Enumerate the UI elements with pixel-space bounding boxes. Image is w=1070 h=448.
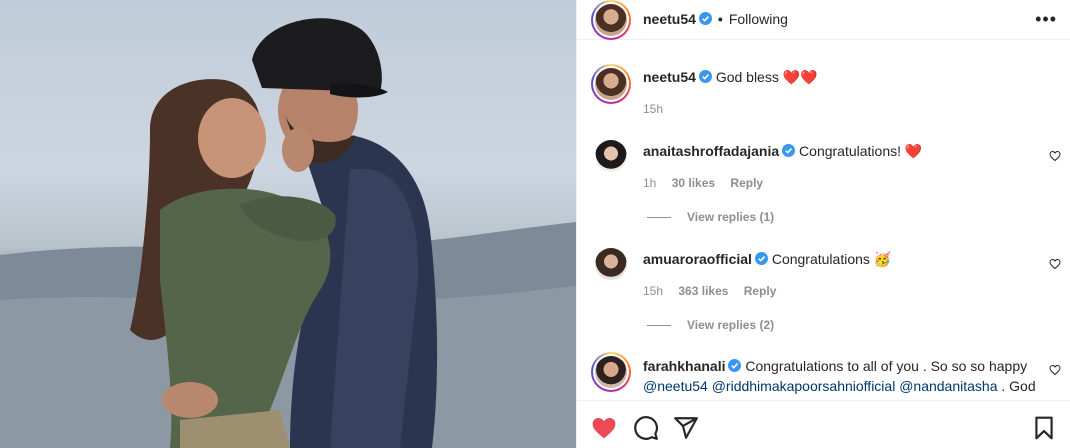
comment-username[interactable]: anaitashroffadajania [643, 143, 779, 159]
header-username[interactable]: neetu54 [643, 11, 696, 27]
comment-like-heart-icon[interactable] [1049, 364, 1061, 376]
comment-body: Congratulations! [799, 143, 901, 159]
bookmark-icon[interactable] [1031, 415, 1057, 441]
view-replies-button[interactable]: View replies (1) [647, 210, 774, 224]
comment-text: amuaroraofficial Congratulations 🥳 [643, 250, 891, 268]
caption-username[interactable]: neetu54 [643, 69, 696, 85]
heart-filled-icon[interactable] [591, 415, 617, 441]
farahkhanali-avatar-image [595, 356, 627, 388]
verified-badge-icon [782, 144, 796, 157]
post-side-panel: neetu54 • Following ••• neetu54 God bless … [576, 0, 1070, 448]
comment-emoji-row: ♥ ♥ ♥ ♥ ♥ ♥ ♥ ♥ ♥ ♥ ♥ ♥ [643, 395, 1053, 396]
verified-badge-icon [698, 12, 712, 25]
comment-icon[interactable] [633, 415, 659, 441]
neetu54-avatar-image [595, 4, 627, 36]
post-header: neetu54 • Following ••• [577, 0, 1070, 40]
comment-time[interactable]: 15h [643, 284, 663, 298]
comment-username[interactable]: amuaroraofficial [643, 251, 752, 267]
caption-body: God bless [715, 69, 779, 85]
couple-photo-illustration [0, 18, 576, 448]
caption-emoji: ❤️❤️ [782, 69, 818, 85]
view-replies-button[interactable]: View replies (2) [647, 318, 774, 332]
comment-like-heart-icon[interactable] [1049, 150, 1061, 162]
neetu54-avatar-image [595, 68, 627, 100]
comments-list[interactable]: neetu54 God bless ❤️❤️ 15h anaitashroffa… [577, 40, 1070, 396]
comment-text: anaitashroffadajania Congratulations! ❤️ [643, 142, 922, 160]
view-replies-label: View replies (2) [687, 318, 775, 332]
comment-emoji: ❤️ [904, 143, 923, 159]
comment-text: farahkhanali Congratulations to all of y… [643, 357, 1053, 396]
verified-badge-icon [698, 70, 712, 83]
verified-badge-icon [728, 359, 742, 372]
comment-body-tail: . God [997, 378, 1036, 394]
comment-mentions[interactable]: @neetu54 @riddhimakapoorsahniofficial @n… [643, 378, 998, 394]
comment-body: Congratulations to all of you . So so so… [745, 358, 1028, 374]
reply-button[interactable]: Reply [744, 284, 777, 298]
instagram-post-view: neetu54 • Following ••• neetu54 God bless … [0, 0, 1070, 448]
comment-username[interactable]: farahkhanali [643, 358, 725, 374]
header-separator: • [717, 11, 723, 27]
more-horizontal-icon[interactable]: ••• [1035, 10, 1057, 28]
header-user-line: neetu54 • Following [643, 11, 788, 27]
post-action-bar [577, 400, 1070, 448]
caption-meta: 15h [643, 102, 675, 116]
comment-emoji: 🥳 [873, 251, 892, 267]
reply-button[interactable]: Reply [730, 176, 763, 190]
caption-text: neetu54 God bless ❤️❤️ [643, 68, 818, 86]
comment-body: Congratulations [771, 251, 870, 267]
verified-badge-icon [754, 252, 768, 265]
caption-avatar[interactable] [591, 64, 631, 104]
share-icon[interactable] [673, 415, 699, 441]
farahkhanali-avatar[interactable] [591, 352, 631, 392]
caption-time[interactable]: 15h [643, 102, 663, 116]
comment-time[interactable]: 1h [643, 176, 656, 190]
view-replies-label: View replies (1) [687, 210, 775, 224]
anaitashroffadajania-avatar[interactable] [595, 140, 627, 172]
comment-like-heart-icon[interactable] [1049, 258, 1061, 270]
comment-meta: 1h 30 likes Reply [643, 176, 775, 190]
amuaroraofficial-avatar[interactable] [595, 248, 627, 280]
replies-divider [647, 217, 671, 219]
comment-likes[interactable]: 363 likes [678, 284, 728, 298]
replies-divider [647, 325, 671, 327]
post-photo[interactable] [0, 0, 576, 448]
following-button[interactable]: Following [729, 11, 788, 27]
comment-likes[interactable]: 30 likes [672, 176, 715, 190]
comment-meta: 15h 363 likes Reply [643, 284, 788, 298]
header-avatar[interactable] [591, 0, 631, 40]
